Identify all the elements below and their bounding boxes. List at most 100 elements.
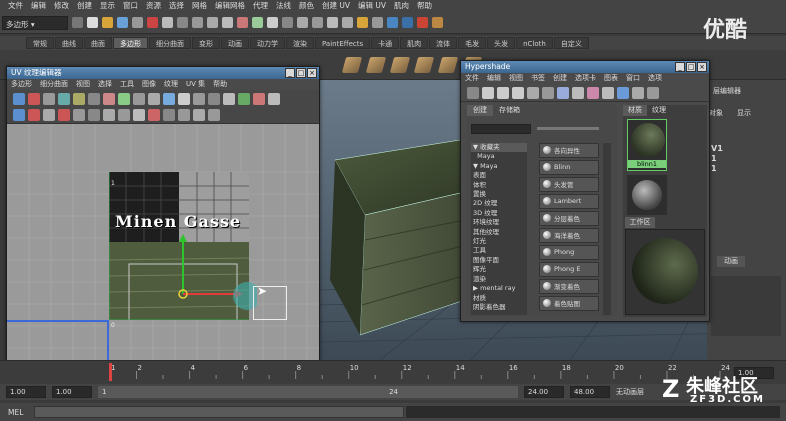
uv-select-icon[interactable] (12, 92, 25, 105)
main-menu-item-15[interactable]: 肌肉 (390, 0, 413, 12)
main-menu-item-11[interactable]: 法线 (272, 0, 295, 12)
hs-scrollbar[interactable] (603, 143, 611, 315)
hs-menu-item-0[interactable]: 文件 (461, 73, 483, 84)
shelf-tab-7[interactable]: 动力学 (250, 37, 285, 49)
uv-sew-icon[interactable] (117, 92, 130, 105)
shelf-tab-15[interactable]: nCloth (516, 37, 553, 49)
poly-tool-icon[interactable] (341, 56, 363, 73)
shelf-tab-16[interactable]: 自定义 (553, 37, 589, 49)
main-menu-item-2[interactable]: 修改 (50, 0, 73, 12)
poly-tool-5-icon[interactable] (437, 56, 459, 73)
hs-menu-item-7[interactable]: 窗口 (622, 73, 644, 84)
maximize-button[interactable]: □ (296, 68, 306, 78)
uv-layout-icon[interactable] (132, 92, 145, 105)
uv-menu-item-2[interactable]: 视图 (72, 79, 94, 90)
open-scene-icon[interactable] (102, 17, 113, 28)
main-menu-item-0[interactable]: 文件 (4, 0, 27, 12)
hs-hide-icon[interactable] (646, 86, 659, 99)
hs-menu-item-8[interactable]: 选项 (644, 73, 666, 84)
main-menu-item-1[interactable]: 编辑 (27, 0, 50, 12)
panel-tab-animation[interactable]: 动画 (717, 256, 745, 267)
main-menu-item-4[interactable]: 显示 (96, 0, 119, 12)
hs-filter-input[interactable] (471, 124, 531, 134)
hs-layout-2-icon[interactable] (496, 86, 509, 99)
hs-layout-3-icon[interactable] (511, 86, 524, 99)
ipr-icon[interactable] (417, 17, 428, 28)
end-time-field[interactable]: 48.00 (570, 386, 610, 398)
hs-tree-item-14[interactable]: 渲染 (471, 275, 527, 284)
hs-material-item-3[interactable]: Lambert (539, 194, 599, 209)
mel-input[interactable] (34, 406, 404, 418)
hs-tree-item-13[interactable]: 辉光 (471, 265, 527, 274)
hs-tree-item-8[interactable]: 环境纹理 (471, 218, 527, 227)
shelf-tab-3[interactable]: 多边形 (113, 37, 148, 49)
uv-menu-item-7[interactable]: UV 集 (182, 79, 209, 90)
uv-tool-b-icon[interactable] (27, 109, 40, 121)
hs-render-icon[interactable] (616, 86, 629, 99)
main-menu-item-12[interactable]: 颜色 (295, 0, 318, 12)
shelf-tab-4[interactable]: 细分曲面 (149, 37, 191, 49)
hs-material-item-6[interactable]: Phong (539, 245, 599, 260)
hs-tab-materials[interactable]: 材质 (623, 105, 647, 116)
main-menu-item-16[interactable]: 帮助 (413, 0, 436, 12)
hs-menu-item-3[interactable]: 书签 (527, 73, 549, 84)
select-object-icon[interactable] (162, 17, 173, 28)
main-menu-item-13[interactable]: 创建 UV (318, 0, 354, 12)
hs-tree-item-2[interactable]: ▼ Maya (471, 162, 527, 171)
hs-menu-item-5[interactable]: 选项卡 (571, 73, 600, 84)
uv-cut-icon[interactable] (102, 92, 115, 105)
shelf-tab-13[interactable]: 毛发 (458, 37, 487, 49)
hs-layout-1-icon[interactable] (481, 86, 494, 99)
hs-tab-bins[interactable]: 存储箱 (493, 105, 526, 116)
hs-tree-item-15[interactable]: ▶ mental ray (471, 284, 527, 293)
hs-menu-item-1[interactable]: 编辑 (483, 73, 505, 84)
uv-rotate-90-icon[interactable] (87, 92, 100, 105)
uv-tool-d-icon[interactable] (57, 109, 70, 121)
hs-size-slider[interactable] (537, 127, 599, 130)
uv-tool-e-icon[interactable] (72, 109, 85, 121)
hs-output-icon[interactable] (586, 86, 599, 99)
hs-material-item-9[interactable]: 着色贴图 (539, 296, 599, 311)
uv-distortion-icon[interactable] (252, 92, 265, 105)
uv-tool-i-icon[interactable] (132, 109, 145, 121)
history-icon[interactable] (357, 17, 368, 28)
hs-tab-textures[interactable]: 纹理 (647, 105, 671, 116)
select-mode-icon[interactable] (132, 17, 143, 28)
main-menu-item-6[interactable]: 资源 (142, 0, 165, 12)
mask-icon[interactable] (192, 17, 203, 28)
hs-toggle-icon[interactable] (466, 86, 479, 99)
shelf-tab-14[interactable]: 头发 (487, 37, 516, 49)
main-menu-item-5[interactable]: 窗口 (119, 0, 142, 12)
construction-icon[interactable] (372, 17, 383, 28)
main-menu-item-8[interactable]: 网格 (188, 0, 211, 12)
shelf-tab-2[interactable]: 曲面 (84, 37, 112, 49)
snap-curve-icon[interactable] (297, 17, 308, 28)
shelf-tab-0[interactable]: 常规 (26, 37, 54, 49)
hypershade-titlebar[interactable]: Hypershade _ □ × (461, 61, 709, 73)
mask-4-icon[interactable] (237, 17, 248, 28)
hs-menu-item-4[interactable]: 创建 (549, 73, 571, 84)
uv-pin-icon[interactable] (267, 92, 280, 105)
uv-shade-icon[interactable] (237, 92, 250, 105)
playback-end-field[interactable]: 24.00 (524, 386, 564, 398)
hs-rearrange-icon[interactable] (556, 86, 569, 99)
hs-tree-item-1[interactable]: Maya (471, 152, 527, 161)
snap-grid-icon[interactable] (282, 17, 293, 28)
shelf-tab-5[interactable]: 变形 (192, 37, 220, 49)
hs-tree-item-4[interactable]: 体积 (471, 181, 527, 190)
close-button[interactable]: × (307, 68, 317, 78)
new-scene-icon[interactable] (87, 17, 98, 28)
poly-tool-4-icon[interactable] (413, 56, 435, 73)
mask-3-icon[interactable] (222, 17, 233, 28)
uv-scale-icon[interactable] (57, 92, 70, 105)
mask-5-icon[interactable] (252, 17, 263, 28)
minimize-button[interactable]: _ (285, 68, 295, 78)
hs-swatch-2[interactable] (627, 175, 667, 215)
menu-set-dropdown[interactable]: 多边形 ▾ (2, 15, 68, 30)
uv-unfold-icon[interactable] (147, 92, 160, 105)
hs-tree-item-6[interactable]: 2D 纹理 (471, 199, 527, 208)
shelf-tab-11[interactable]: 肌肉 (400, 37, 429, 49)
toggle-icon[interactable] (72, 17, 83, 28)
hs-tree-item-16[interactable]: 材质 (471, 294, 527, 303)
shelf-tab-1[interactable]: 曲线 (55, 37, 83, 49)
